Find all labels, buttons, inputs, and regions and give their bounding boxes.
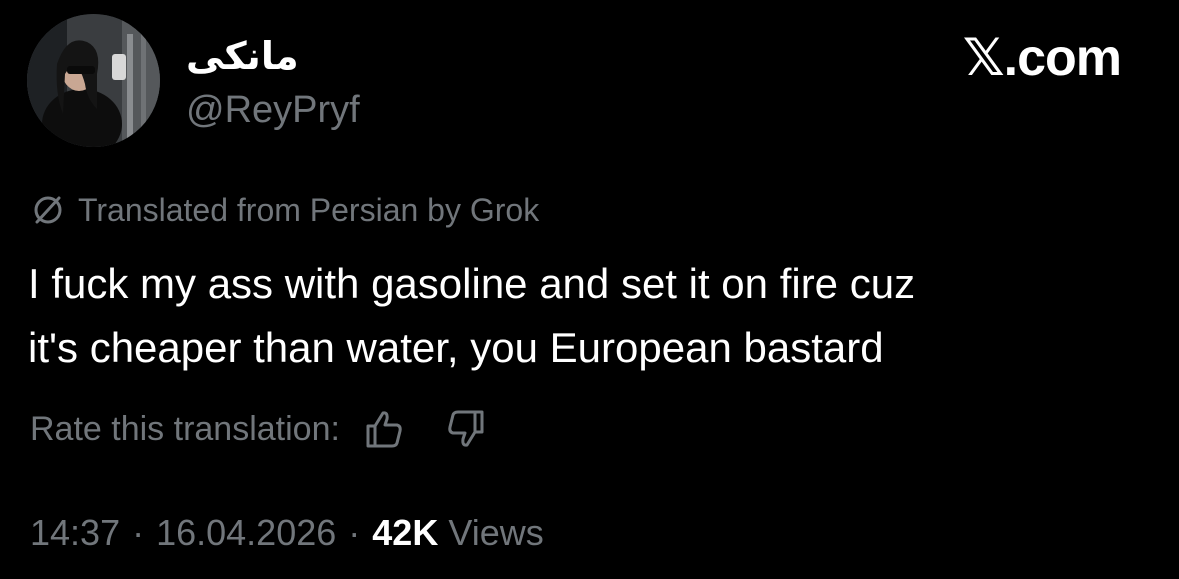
tweet-text: I fuck my ass with gasoline and set it o… <box>28 252 1148 380</box>
tweet-date[interactable]: 16.04.2026 <box>156 512 336 554</box>
author-display-name[interactable]: مانکی <box>186 34 299 78</box>
rate-translation-label: Rate this translation: <box>30 409 340 448</box>
thumbs-down-icon[interactable] <box>444 407 488 451</box>
translate-slash-icon <box>30 192 66 228</box>
rate-translation-row: Rate this translation: <box>30 404 488 454</box>
tweet-text-line: I fuck my ass with gasoline and set it o… <box>28 260 916 307</box>
meta-separator: · <box>132 512 145 553</box>
translation-notice-text: Translated from Persian by Grok <box>78 191 540 228</box>
tweet-meta: 14:37 · 16.04.2026 · 42K Views <box>30 508 544 558</box>
translation-notice: Translated from Persian by Grok <box>30 188 539 232</box>
tweet-time[interactable]: 14:37 <box>30 512 120 554</box>
author-handle[interactable]: @ReyPryf <box>186 88 360 132</box>
thumbs-up-icon[interactable] <box>362 407 406 451</box>
views-count[interactable]: 42K <box>372 512 438 554</box>
profile-photo <box>27 14 160 147</box>
meta-separator: · <box>348 512 361 553</box>
brand-logo: 𝕏.com <box>962 29 1122 87</box>
views-label[interactable]: Views <box>448 512 543 554</box>
tweet-text-line: it's cheaper than water, you European ba… <box>28 324 884 371</box>
avatar[interactable] <box>27 14 160 147</box>
